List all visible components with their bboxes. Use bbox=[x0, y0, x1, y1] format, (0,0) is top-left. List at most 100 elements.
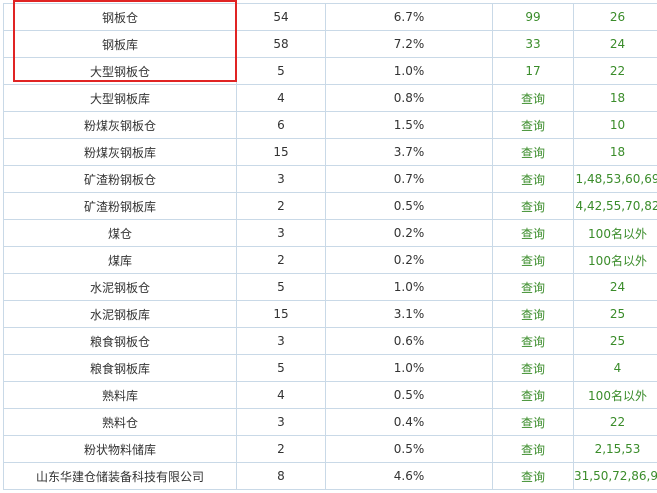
count-cell: 5 bbox=[236, 354, 326, 382]
keyword-cell: 煤库 bbox=[3, 246, 237, 274]
rank-cell: 24 bbox=[573, 30, 657, 58]
keyword-cell: 熟料仓 bbox=[3, 408, 237, 436]
rank-cell: 1,48,53,60,69 bbox=[573, 165, 657, 193]
keyword-cell: 粮食钢板仓 bbox=[3, 327, 237, 355]
rank-cell: 4,42,55,70,82 bbox=[573, 192, 657, 220]
rank-cell: 100名以外 bbox=[573, 381, 657, 409]
count-cell: 8 bbox=[236, 462, 326, 490]
query-link[interactable]: 查询 bbox=[492, 300, 574, 328]
rank-cell: 25 bbox=[573, 327, 657, 355]
query-link[interactable]: 查询 bbox=[492, 435, 574, 463]
query-link[interactable]: 查询 bbox=[492, 408, 574, 436]
percent-cell: 3.1% bbox=[325, 300, 493, 328]
keyword-rank-table: 钢板仓 54 6.7% 99 26 钢板库 58 7.2% 33 24 大型钢板… bbox=[3, 3, 657, 490]
table-row: 粉煤灰钢板仓 6 1.5% 查询 10 bbox=[3, 111, 657, 139]
count-cell: 5 bbox=[236, 273, 326, 301]
query-link[interactable]: 查询 bbox=[492, 354, 574, 382]
table-row: 熟料库 4 0.5% 查询 100名以外 bbox=[3, 381, 657, 409]
rank-cell: 18 bbox=[573, 138, 657, 166]
query-cell: 33 bbox=[492, 30, 574, 58]
keyword-cell: 大型钢板仓 bbox=[3, 57, 237, 85]
table-row: 粮食钢板库 5 1.0% 查询 4 bbox=[3, 354, 657, 382]
percent-cell: 1.0% bbox=[325, 273, 493, 301]
query-link[interactable]: 查询 bbox=[492, 273, 574, 301]
rank-cell: 18 bbox=[573, 84, 657, 112]
percent-cell: 0.5% bbox=[325, 381, 493, 409]
query-link[interactable]: 查询 bbox=[492, 111, 574, 139]
keyword-cell: 粉状物料储库 bbox=[3, 435, 237, 463]
percent-cell: 0.5% bbox=[325, 435, 493, 463]
table-row: 钢板库 58 7.2% 33 24 bbox=[3, 30, 657, 58]
table-row: 煤仓 3 0.2% 查询 100名以外 bbox=[3, 219, 657, 247]
query-link[interactable]: 查询 bbox=[492, 462, 574, 490]
percent-cell: 3.7% bbox=[325, 138, 493, 166]
count-cell: 2 bbox=[236, 435, 326, 463]
keyword-cell: 粮食钢板库 bbox=[3, 354, 237, 382]
table-row: 煤库 2 0.2% 查询 100名以外 bbox=[3, 246, 657, 274]
percent-cell: 0.8% bbox=[325, 84, 493, 112]
percent-cell: 1.0% bbox=[325, 354, 493, 382]
count-cell: 3 bbox=[236, 219, 326, 247]
count-cell: 54 bbox=[236, 3, 326, 31]
count-cell: 2 bbox=[236, 246, 326, 274]
percent-cell: 0.2% bbox=[325, 246, 493, 274]
table-row: 山东华建仓储装备科技有限公司 8 4.6% 查询 31,50,72,86,96 bbox=[3, 462, 657, 490]
rank-cell: 22 bbox=[573, 57, 657, 85]
keyword-cell: 山东华建仓储装备科技有限公司 bbox=[3, 462, 237, 490]
count-cell: 2 bbox=[236, 192, 326, 220]
query-link[interactable]: 查询 bbox=[492, 138, 574, 166]
table-row: 粮食钢板仓 3 0.6% 查询 25 bbox=[3, 327, 657, 355]
query-link[interactable]: 查询 bbox=[492, 246, 574, 274]
percent-cell: 1.0% bbox=[325, 57, 493, 85]
rank-cell: 22 bbox=[573, 408, 657, 436]
table-row: 钢板仓 54 6.7% 99 26 bbox=[3, 3, 657, 31]
count-cell: 6 bbox=[236, 111, 326, 139]
percent-cell: 0.7% bbox=[325, 165, 493, 193]
keyword-cell: 水泥钢板仓 bbox=[3, 273, 237, 301]
table-row: 矿渣粉钢板库 2 0.5% 查询 4,42,55,70,82 bbox=[3, 192, 657, 220]
query-link[interactable]: 查询 bbox=[492, 84, 574, 112]
table-row: 粉煤灰钢板库 15 3.7% 查询 18 bbox=[3, 138, 657, 166]
table-row: 水泥钢板库 15 3.1% 查询 25 bbox=[3, 300, 657, 328]
count-cell: 3 bbox=[236, 408, 326, 436]
percent-cell: 6.7% bbox=[325, 3, 493, 31]
query-link[interactable]: 查询 bbox=[492, 165, 574, 193]
keyword-cell: 粉煤灰钢板库 bbox=[3, 138, 237, 166]
query-link[interactable]: 查询 bbox=[492, 219, 574, 247]
count-cell: 3 bbox=[236, 165, 326, 193]
rank-cell: 2,15,53 bbox=[573, 435, 657, 463]
rank-cell: 26 bbox=[573, 3, 657, 31]
table-row: 水泥钢板仓 5 1.0% 查询 24 bbox=[3, 273, 657, 301]
rank-cell: 24 bbox=[573, 273, 657, 301]
keyword-cell: 粉煤灰钢板仓 bbox=[3, 111, 237, 139]
count-cell: 15 bbox=[236, 300, 326, 328]
keyword-cell: 水泥钢板库 bbox=[3, 300, 237, 328]
percent-cell: 0.2% bbox=[325, 219, 493, 247]
percent-cell: 0.6% bbox=[325, 327, 493, 355]
query-link[interactable]: 查询 bbox=[492, 327, 574, 355]
table-body: 钢板仓 54 6.7% 99 26 钢板库 58 7.2% 33 24 大型钢板… bbox=[3, 3, 657, 490]
count-cell: 58 bbox=[236, 30, 326, 58]
count-cell: 15 bbox=[236, 138, 326, 166]
keyword-rank-view: 钢板仓 54 6.7% 99 26 钢板库 58 7.2% 33 24 大型钢板… bbox=[0, 0, 657, 493]
keyword-cell: 钢板仓 bbox=[3, 3, 237, 31]
table-row: 大型钢板库 4 0.8% 查询 18 bbox=[3, 84, 657, 112]
keyword-cell: 矿渣粉钢板库 bbox=[3, 192, 237, 220]
rank-cell: 31,50,72,86,96 bbox=[573, 462, 657, 490]
count-cell: 3 bbox=[236, 327, 326, 355]
percent-cell: 1.5% bbox=[325, 111, 493, 139]
table-row: 矿渣粉钢板仓 3 0.7% 查询 1,48,53,60,69 bbox=[3, 165, 657, 193]
query-link[interactable]: 查询 bbox=[492, 192, 574, 220]
query-link[interactable]: 查询 bbox=[492, 381, 574, 409]
keyword-cell: 熟料库 bbox=[3, 381, 237, 409]
percent-cell: 0.5% bbox=[325, 192, 493, 220]
count-cell: 5 bbox=[236, 57, 326, 85]
keyword-cell: 煤仓 bbox=[3, 219, 237, 247]
rank-cell: 100名以外 bbox=[573, 246, 657, 274]
table-row: 粉状物料储库 2 0.5% 查询 2,15,53 bbox=[3, 435, 657, 463]
keyword-cell: 大型钢板库 bbox=[3, 84, 237, 112]
query-cell: 99 bbox=[492, 3, 574, 31]
query-cell: 17 bbox=[492, 57, 574, 85]
percent-cell: 0.4% bbox=[325, 408, 493, 436]
percent-cell: 7.2% bbox=[325, 30, 493, 58]
